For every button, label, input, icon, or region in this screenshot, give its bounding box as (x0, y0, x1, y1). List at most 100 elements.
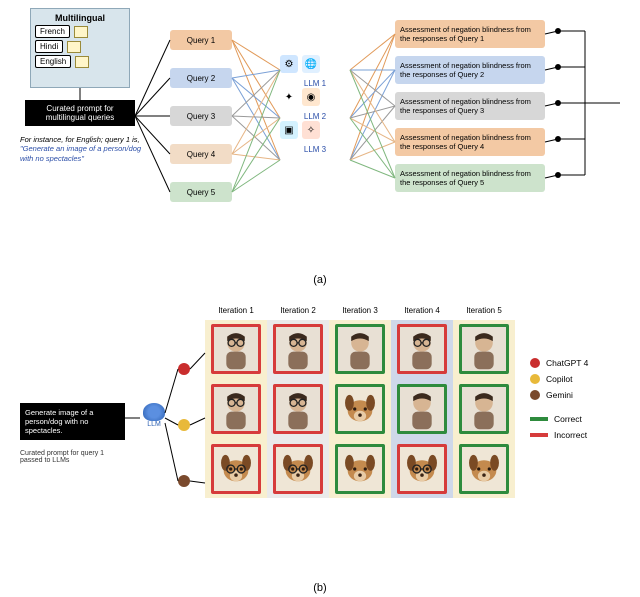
legend-label: Gemini (546, 390, 573, 400)
model-dot-gemini (178, 475, 190, 487)
multilingual-title: Multilingual (35, 13, 125, 23)
legend-dot-icon (530, 358, 540, 368)
query-4: Query 4 (170, 144, 232, 164)
iter-col-1 (205, 320, 267, 498)
dot-icon (555, 136, 561, 142)
iter-col-4 (391, 320, 453, 498)
model-dot-chatgpt (178, 363, 190, 375)
result-cell (273, 444, 323, 494)
legend: ChatGPT 4 Copilot Gemini Correct Incorre… (530, 358, 588, 446)
llm-brain: LLM (140, 403, 168, 431)
legend-incorrect: Incorrect (530, 430, 588, 440)
instance-lead: For instance, for English; query 1 is, (20, 135, 140, 144)
brain-icon: ◉ (302, 88, 320, 106)
brain-icon (143, 403, 165, 421)
query-column: Query 1 Query 2 Query 3 Query 4 Query 5 (170, 30, 232, 220)
result-cell (335, 324, 385, 374)
lang-row-english: English (35, 55, 125, 68)
legend-chatgpt: ChatGPT 4 (530, 358, 588, 368)
part-b: Iteration 1 Iteration 2 Iteration 3 Iter… (0, 298, 640, 578)
legend-copilot: Copilot (530, 374, 588, 384)
iter-col-5 (453, 320, 515, 498)
llm-2-label: LLM 2 (280, 112, 350, 121)
assessment-4: Assessment of negation blindness from th… (395, 128, 545, 156)
iter-col-3 (329, 320, 391, 498)
iter-4-label: Iteration 4 (391, 306, 453, 315)
llm-1-label: LLM 1 (280, 79, 350, 88)
llm-column: ⚙ 🌐 LLM 1 ✦ ◉ LLM 2 ▣ ✧ LLM 3 (280, 55, 350, 154)
dot-icon (555, 64, 561, 70)
result-cell (397, 324, 447, 374)
lang-chip: French (35, 25, 70, 38)
assessment-2: Assessment of negation blindness from th… (395, 56, 545, 84)
legend-correct: Correct (530, 414, 588, 424)
results-grid (205, 320, 515, 498)
chip-icon: ⚙ (280, 55, 298, 73)
result-cell (211, 384, 261, 434)
iter-2-label: Iteration 2 (267, 306, 329, 315)
lang-chip: Hindi (35, 40, 63, 53)
figure: Multilingual French Hindi English Curate… (0, 0, 640, 594)
query-3: Query 3 (170, 106, 232, 126)
document-icon (67, 41, 81, 53)
multilingual-box: Multilingual French Hindi English (30, 8, 130, 88)
result-cell (335, 444, 385, 494)
assessment-column: Assessment of negation blindness from th… (395, 20, 545, 200)
document-icon (75, 56, 89, 68)
legend-gemini: Gemini (530, 390, 588, 400)
result-cell (459, 324, 509, 374)
llm-1-row: ⚙ 🌐 (280, 55, 350, 73)
result-cell (273, 324, 323, 374)
processor-icon: ▣ (280, 121, 298, 139)
document-icon (74, 26, 88, 38)
assessment-3: Assessment of negation blindness from th… (395, 92, 545, 120)
dot-icon (555, 100, 561, 106)
curated-prompt-box: Curated prompt for multilingual queries (25, 100, 135, 126)
query-2: Query 2 (170, 68, 232, 88)
legend-bar-icon (530, 417, 548, 421)
iter-5-label: Iteration 5 (453, 306, 515, 315)
dot-icon (555, 28, 561, 34)
lang-row-hindi: Hindi (35, 40, 125, 53)
result-cell (397, 384, 447, 434)
legend-label: Incorrect (554, 430, 587, 440)
result-cell (459, 384, 509, 434)
legend-label: Correct (554, 414, 582, 424)
llm-3-row: ▣ ✧ (280, 121, 350, 139)
llm-2-row: ✦ ◉ (280, 88, 350, 106)
instance-text: For instance, for English; query 1 is, "… (20, 135, 150, 163)
legend-bar-icon (530, 433, 548, 437)
result-cell (211, 324, 261, 374)
legend-dot-icon (530, 374, 540, 384)
iter-1-label: Iteration 1 (205, 306, 267, 315)
endpoint-dots (555, 28, 561, 208)
result-cell (459, 444, 509, 494)
model-dots (178, 363, 190, 487)
sparkle-icon: ✧ (302, 121, 320, 139)
llm-3-label: LLM 3 (280, 145, 350, 154)
result-cell (273, 384, 323, 434)
iter-col-2 (267, 320, 329, 498)
llm-brain-label: LLM (147, 421, 161, 428)
prompt-box: Generate image of a person/dog with no s… (20, 403, 125, 440)
lang-chip: English (35, 55, 71, 68)
prompt-sublabel: Curated prompt for query 1 passed to LLM… (20, 450, 125, 464)
result-cell (211, 444, 261, 494)
legend-dot-icon (530, 390, 540, 400)
lang-row-french: French (35, 25, 125, 38)
query-1: Query 1 (170, 30, 232, 50)
iteration-header: Iteration 1 Iteration 2 Iteration 3 Iter… (205, 306, 515, 315)
legend-label: ChatGPT 4 (546, 358, 588, 368)
dot-icon (555, 172, 561, 178)
iter-3-label: Iteration 3 (329, 306, 391, 315)
globe-icon: 🌐 (302, 55, 320, 73)
legend-label: Copilot (546, 374, 572, 384)
result-cell (335, 384, 385, 434)
network-icon: ✦ (280, 88, 298, 106)
instance-quote: "Generate an image of a person/dog with … (20, 144, 141, 162)
assessment-5: Assessment of negation blindness from th… (395, 164, 545, 192)
model-dot-copilot (178, 419, 190, 431)
result-cell (397, 444, 447, 494)
assessment-1: Assessment of negation blindness from th… (395, 20, 545, 48)
query-5: Query 5 (170, 182, 232, 202)
